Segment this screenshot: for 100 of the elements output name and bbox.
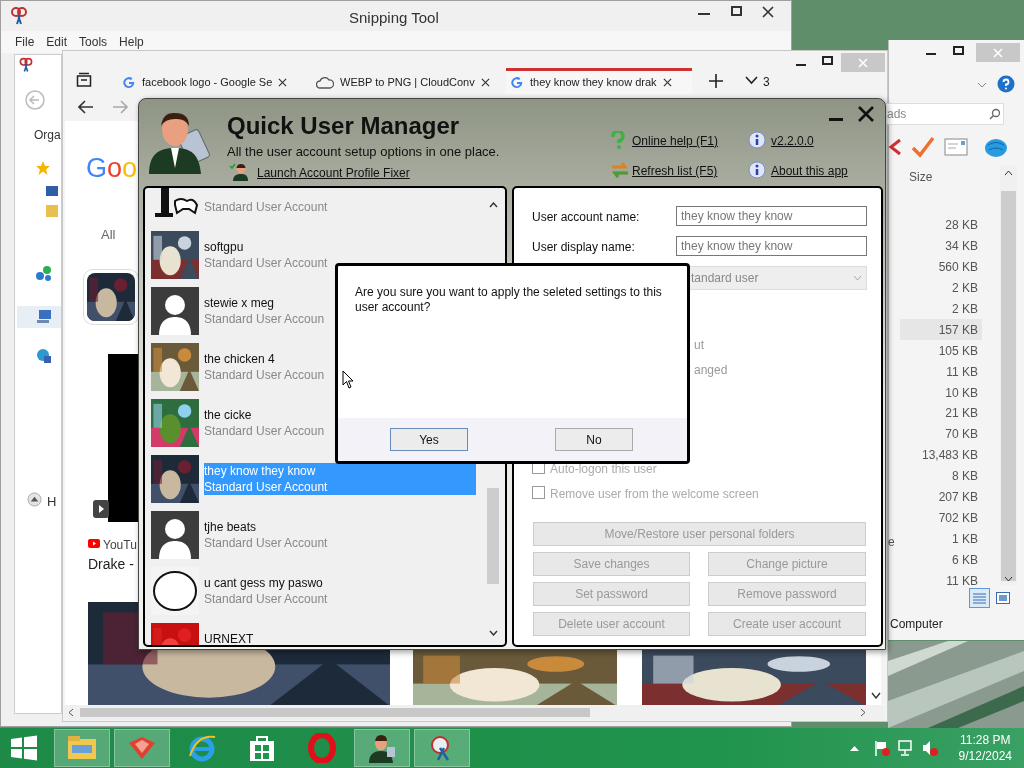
result-title[interactable]: Drake - [88,554,134,575]
question-icon [610,131,626,149]
size-cell-text: 560 KB [937,259,979,277]
header-link[interactable]: About this app [771,162,848,180]
size-cell: 157 KB [900,319,982,341]
scroll-up-icon[interactable] [1004,170,1013,176]
close-icon[interactable] [278,78,288,87]
dialog-button[interactable]: Yes [390,428,468,451]
close-icon[interactable] [662,78,672,87]
scroll-down-icon[interactable] [489,630,498,636]
user-name: the chicken 4 [204,351,275,367]
envelope-icon[interactable] [944,138,968,156]
new-tab-icon[interactable] [709,74,723,88]
size-cell-text: 34 KB [944,238,979,256]
scrollbar-thumb[interactable] [1001,191,1016,581]
account-type: Standard User Account [204,479,328,495]
option-label: Auto-logon this user [550,461,657,478]
account-type: Standard User Account [204,255,328,271]
maximize-icon[interactable] [822,56,833,65]
browser-tab[interactable]: WEBP to PNG | CloudConv [312,68,498,94]
size-cell-text: 10 KB [944,384,979,402]
close-icon [858,57,868,68]
dialog-button[interactable]: No [555,428,633,451]
close-icon[interactable] [480,78,490,87]
size-cell-text: 1 KB [951,530,979,548]
menu-item[interactable]: File [15,33,35,51]
vertical-scrollbar[interactable] [1000,165,1017,585]
collapse-icon[interactable] [27,492,42,507]
profile-fixer-link[interactable]: Launch Account Profile Fixer [257,164,410,182]
network-icon[interactable] [896,739,915,757]
option-label: ut [694,337,704,354]
chevron-up-icon[interactable] [849,745,859,751]
menu-item[interactable]: Tools [79,33,108,51]
menu-item[interactable]: Help [119,33,144,51]
toolbar-label[interactable]: Orga [34,126,61,144]
google-icon [510,75,524,90]
browser-tab[interactable]: they know they know drak [506,68,692,94]
size-cell-text: 105 KB [937,342,979,360]
chevron-down-icon[interactable] [871,692,881,699]
network-icon [35,264,53,282]
nav-label[interactable]: H [47,492,57,512]
text-field[interactable]: they know they know [676,206,867,226]
tab-list-icon[interactable] [76,72,92,88]
speaker-muted-icon[interactable] [920,739,939,757]
user-silhouette-icon [151,511,199,559]
text-field[interactable]: they know they know [676,236,867,256]
search-placeholder: ads [887,106,907,123]
scrollbar-thumb[interactable] [487,488,499,584]
thumbnail-card[interactable] [83,269,139,325]
header-link[interactable]: Online help (F1) [632,132,719,150]
filter-tab[interactable]: All [101,225,116,245]
tab-count: 3 [763,74,770,91]
windows-icon[interactable] [10,735,38,761]
scroll-right-icon[interactable] [860,708,866,717]
browser-tab[interactable]: facebook logo - Google Se [118,68,304,94]
size-cell-text: 13,483 KB [920,447,979,465]
flag-icon[interactable] [872,739,891,757]
maximize-icon[interactable] [731,6,742,16]
close-icon [993,47,1003,58]
dialog-message: Are you sure you want to apply the seleted settings to this user account? [355,285,663,315]
info-icon [748,161,766,179]
scroll-left-icon[interactable] [68,708,74,717]
header-link[interactable]: v2.2.0.0 [771,132,814,150]
user-list-item[interactable]: u cant gess my paswo Standard User Account [151,563,481,619]
chevron-down-icon[interactable] [745,76,758,85]
scroll-down-icon[interactable] [1004,576,1013,582]
manager-icon [367,733,397,763]
account-type: Standard User Account [204,535,328,551]
user-list-item[interactable]: softgpu Standard User Account [151,227,481,283]
scroll-up-icon[interactable] [489,202,498,208]
taskbar-button[interactable] [414,729,470,767]
option-label: Remove user from the welcome screen [550,486,759,503]
logo-text: Goo [86,152,138,184]
user-name: tjhe beats [204,519,257,535]
tiles-view-icon[interactable] [996,592,1010,604]
header-link[interactable]: Refresh list (F5) [632,162,718,180]
play-icon[interactable] [93,500,109,518]
option-label: anged [694,362,728,379]
back-arrow-icon[interactable] [78,100,94,114]
column-header[interactable]: Size [909,168,933,186]
computer-icon [36,309,52,325]
scissors-icon [18,57,34,73]
cursor-icon [342,370,354,389]
user-silhouette-icon [151,287,199,335]
size-cell-text: 2 KB [951,280,979,298]
size-cell-text: 2 KB [951,301,979,318]
help-icon[interactable] [997,75,1015,93]
folder-icon [46,205,58,217]
info-icon [748,131,766,149]
search-field[interactable]: ads [884,103,1004,125]
taskbar-button[interactable] [354,729,410,767]
size-cell-text: 70 KB [944,426,979,444]
menu-item[interactable]: Edit [46,33,68,51]
close-icon[interactable] [858,106,874,122]
scrollbar-thumb[interactable] [80,708,590,717]
user-list-item[interactable]: tjhe beats Standard User Account [151,507,481,563]
youtube-icon [88,539,100,548]
field-label: User account name: [532,209,640,226]
maximize-icon[interactable] [953,46,964,55]
close-icon[interactable] [762,6,774,18]
